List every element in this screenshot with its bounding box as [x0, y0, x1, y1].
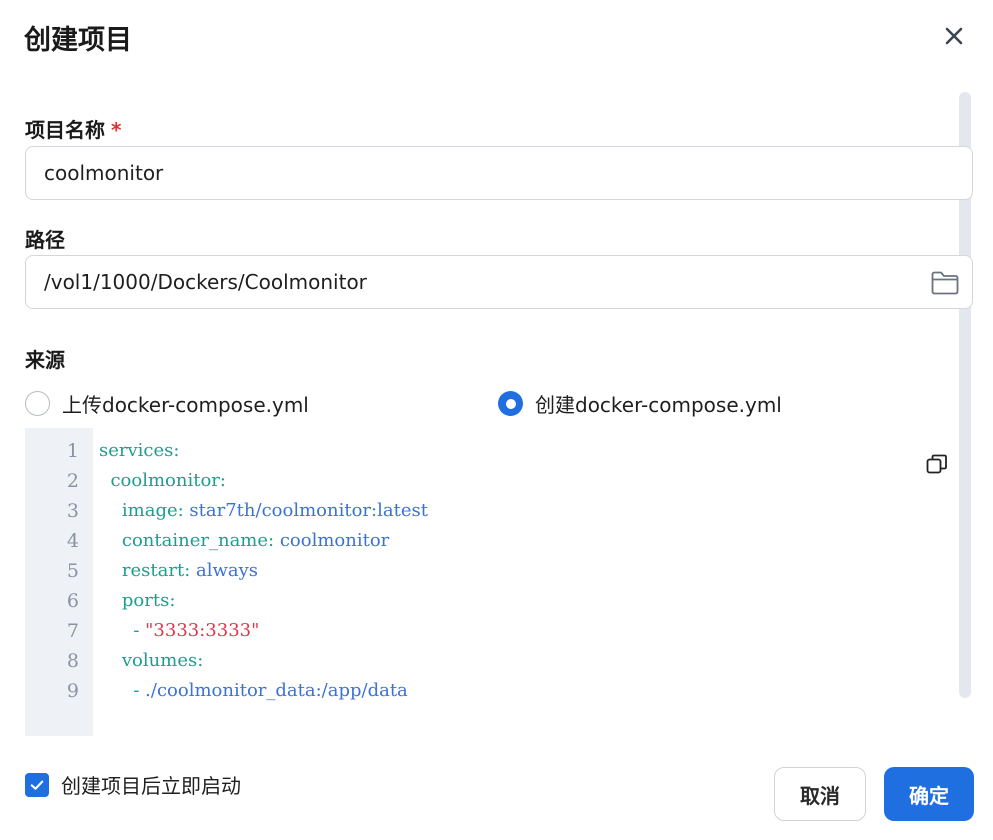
- folder-icon[interactable]: [930, 269, 960, 297]
- line-number-gutter: 1 2 3 4 5 6 7 8 9: [25, 428, 93, 736]
- path-input[interactable]: [26, 256, 972, 308]
- confirm-button[interactable]: 确定: [884, 767, 974, 821]
- line-number: 2: [66, 470, 79, 492]
- line-number: 8: [66, 650, 79, 672]
- project-name-input[interactable]: [26, 147, 972, 199]
- line-number: 1: [66, 440, 79, 462]
- autostart-label: 创建项目后立即启动: [61, 774, 241, 798]
- line-number: 5: [66, 560, 79, 582]
- close-icon[interactable]: [938, 20, 970, 52]
- autostart-checkbox[interactable]: [25, 772, 49, 797]
- required-mark: *: [111, 118, 122, 142]
- project-name-field[interactable]: [25, 146, 973, 200]
- radio-create-compose[interactable]: 创建docker-compose.yml: [498, 389, 782, 418]
- code-line: coolmonitor:: [110, 470, 226, 491]
- path-field[interactable]: [25, 255, 973, 309]
- source-label: 来源: [25, 348, 65, 372]
- line-number: 6: [66, 590, 79, 612]
- code-line: - "3333:3333": [133, 620, 260, 641]
- code-line: image: star7th/coolmonitor:latest: [121, 500, 428, 521]
- code-line: container_name: coolmonitor: [121, 530, 390, 551]
- radio-button-create[interactable]: [498, 391, 523, 416]
- line-number: 9: [66, 680, 79, 702]
- code-line: ports:: [121, 590, 176, 611]
- code-line: - ./coolmonitor_data:/app/data: [133, 680, 408, 701]
- line-number: 3: [66, 500, 79, 522]
- radio-button-upload[interactable]: [25, 391, 50, 416]
- code-line: services:: [99, 440, 180, 461]
- line-number: 7: [66, 620, 79, 642]
- compose-code-editor[interactable]: 1 2 3 4 5 6 7 8 9 services: coolmonitor:…: [25, 428, 955, 736]
- radio-upload-label: 上传docker-compose.yml: [62, 393, 309, 417]
- path-label: 路径: [25, 228, 65, 252]
- cancel-button[interactable]: 取消: [774, 767, 866, 821]
- copy-icon[interactable]: [925, 452, 949, 476]
- code-line: volumes:: [121, 650, 204, 671]
- autostart-checkbox-row[interactable]: 创建项目后立即启动: [25, 770, 241, 799]
- line-number: 4: [66, 530, 79, 552]
- dialog-title: 创建项目: [24, 25, 132, 56]
- radio-create-label: 创建docker-compose.yml: [535, 393, 782, 417]
- check-icon: [30, 780, 44, 790]
- code-line: restart: always: [121, 560, 259, 581]
- project-name-label: 项目名称 *: [25, 118, 122, 142]
- radio-upload-compose[interactable]: 上传docker-compose.yml: [25, 389, 309, 418]
